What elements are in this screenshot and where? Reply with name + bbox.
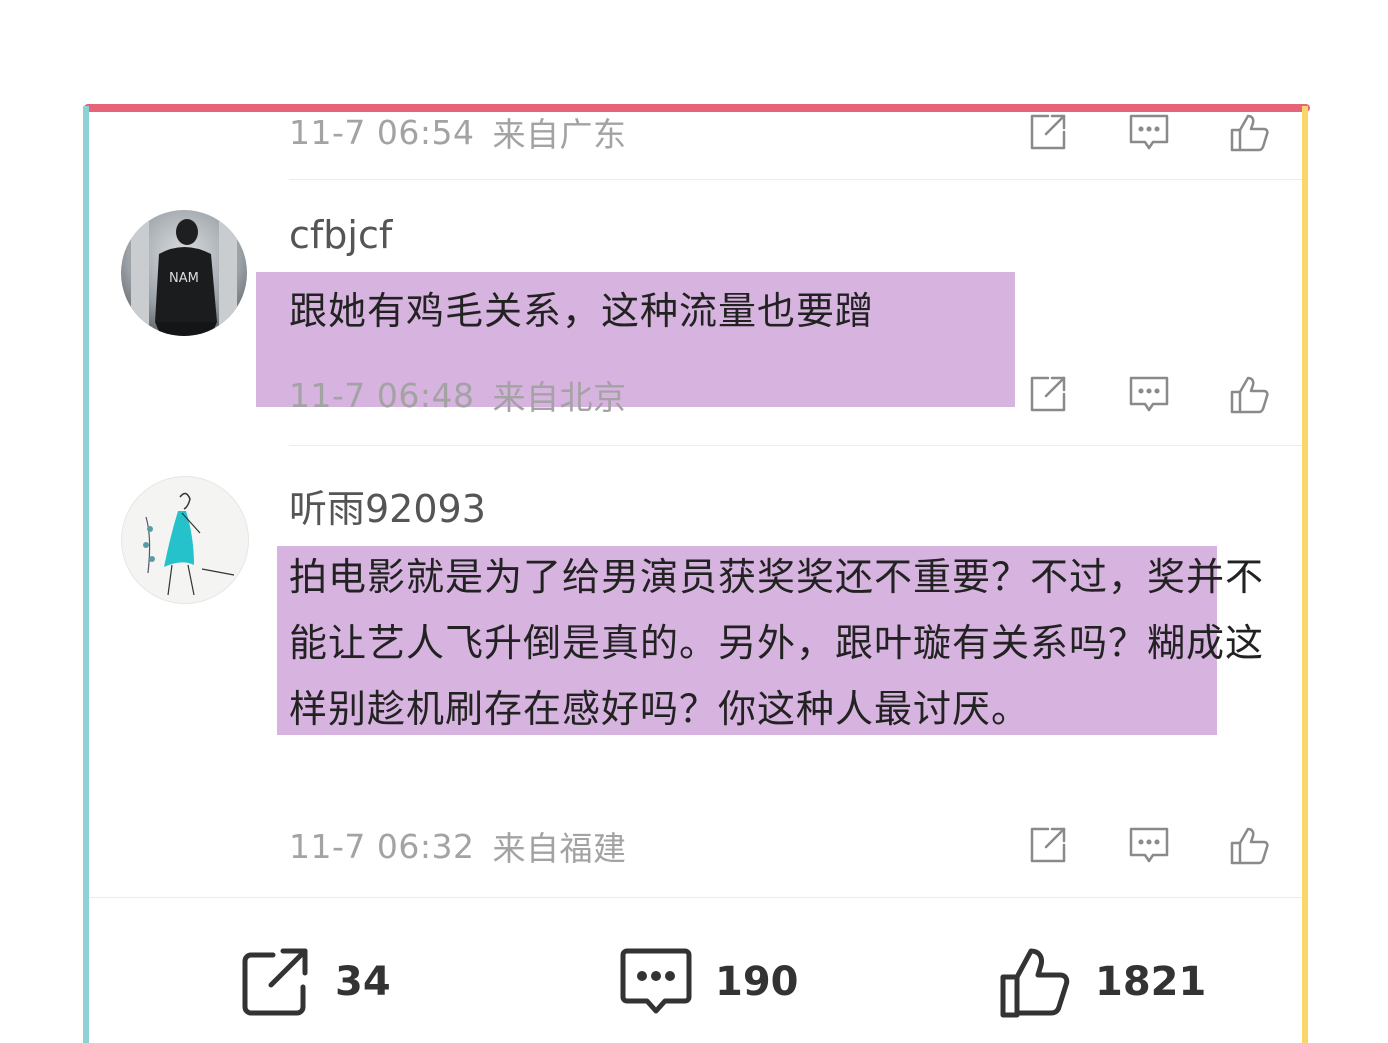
bottom-like-button[interactable]: 1821 [997,942,1206,1022]
bottom-action-bar: 34 190 1821 [89,912,1302,1043]
bottom-comment-button[interactable]: 190 [617,942,799,1022]
like-button[interactable] [1226,370,1274,418]
comment-username[interactable]: cfbjcf [289,213,392,257]
comment-icon [620,948,692,1014]
comment-location: 来自福建 [492,829,627,868]
share-icon [1030,114,1066,150]
comment-time: 11-7 06:32 [289,826,475,866]
avatar-image: NAM [131,210,237,336]
comment-time: 11-7 06:54 [289,112,475,152]
reply-button[interactable] [1125,370,1173,418]
divider [89,897,1302,898]
comment-username[interactable]: 听雨92093 [289,478,486,533]
comment-meta: 11-7 06:48 来自北京 [289,375,627,418]
comment-list: 11-7 06:54 来自广东 NAM cfbjcf 跟她有鸡毛关系，这种流量也… [89,112,1302,1043]
reply-button[interactable] [1125,821,1173,869]
share-button[interactable] [1024,112,1072,156]
comment-actions [1024,821,1274,869]
comment-text: 拍电影就是为了给男演员获奖奖还不重要？不过，奖并不能让艺人飞升倒是真的。另外，跟… [289,555,1265,731]
comment-actions [1024,112,1274,156]
comment-icon [1129,114,1169,150]
frame-top-border [84,104,1310,112]
like-icon [1000,948,1070,1018]
divider [289,445,1302,446]
share-button[interactable] [1024,370,1072,418]
share-count: 34 [335,959,391,1005]
comment-actions [1024,370,1274,418]
comment-meta: 11-7 06:54 来自广东 [289,112,627,155]
comment-icon [1129,376,1169,412]
comment-meta: 11-7 06:32 来自福建 [289,826,627,869]
like-button[interactable] [1226,821,1274,869]
frame-right-border [1302,106,1308,1043]
share-icon [242,948,308,1016]
comment-text: 跟她有鸡毛关系，这种流量也要蹭 [289,289,875,333]
like-count: 1821 [1095,959,1207,1005]
like-icon [1230,114,1269,152]
like-icon [1230,376,1269,414]
svg-text:NAM: NAM [169,271,199,286]
comment-count: 190 [715,959,799,1005]
reply-button[interactable] [1125,112,1173,156]
share-icon [1030,376,1066,412]
avatar-image [143,492,235,596]
bottom-share-button[interactable]: 34 [237,942,391,1022]
comment-location: 来自北京 [492,378,627,417]
share-button[interactable] [1024,821,1072,869]
like-button[interactable] [1226,112,1274,156]
comment-icon [1129,827,1169,863]
avatar[interactable] [121,476,249,604]
share-icon [1030,827,1066,863]
avatar[interactable]: NAM [121,210,247,336]
comment-time: 11-7 06:48 [289,375,475,415]
divider [289,179,1302,180]
like-icon [1230,827,1269,865]
comment-location: 来自广东 [492,115,627,154]
